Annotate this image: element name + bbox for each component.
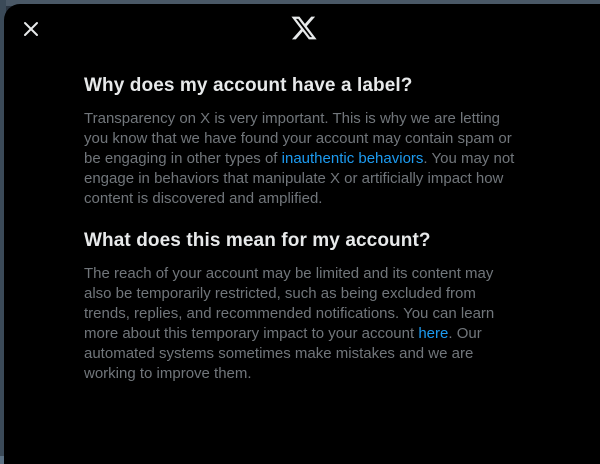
section-what-means-body: The reach of your account may be limited… — [84, 264, 524, 384]
section-why-label-body: Transparency on X is very important. Thi… — [84, 109, 524, 209]
inauthentic-behaviors-link[interactable]: inauthentic behaviors — [282, 150, 424, 167]
x-logo-icon — [290, 14, 318, 42]
here-link[interactable]: here — [418, 325, 448, 342]
section-what-means-heading: What does this mean for my account? — [84, 230, 431, 251]
section-what-means: What does this mean for my account? The … — [84, 229, 524, 384]
dialog-content: Why does my account have a label? Transp… — [84, 74, 524, 384]
label-info-dialog: Why does my account have a label? Transp… — [4, 4, 600, 464]
section-why-label: Why does my account have a label? Transp… — [84, 74, 524, 209]
close-button[interactable] — [14, 14, 48, 48]
close-icon — [23, 21, 39, 42]
section-why-label-heading: Why does my account have a label? — [84, 75, 413, 96]
